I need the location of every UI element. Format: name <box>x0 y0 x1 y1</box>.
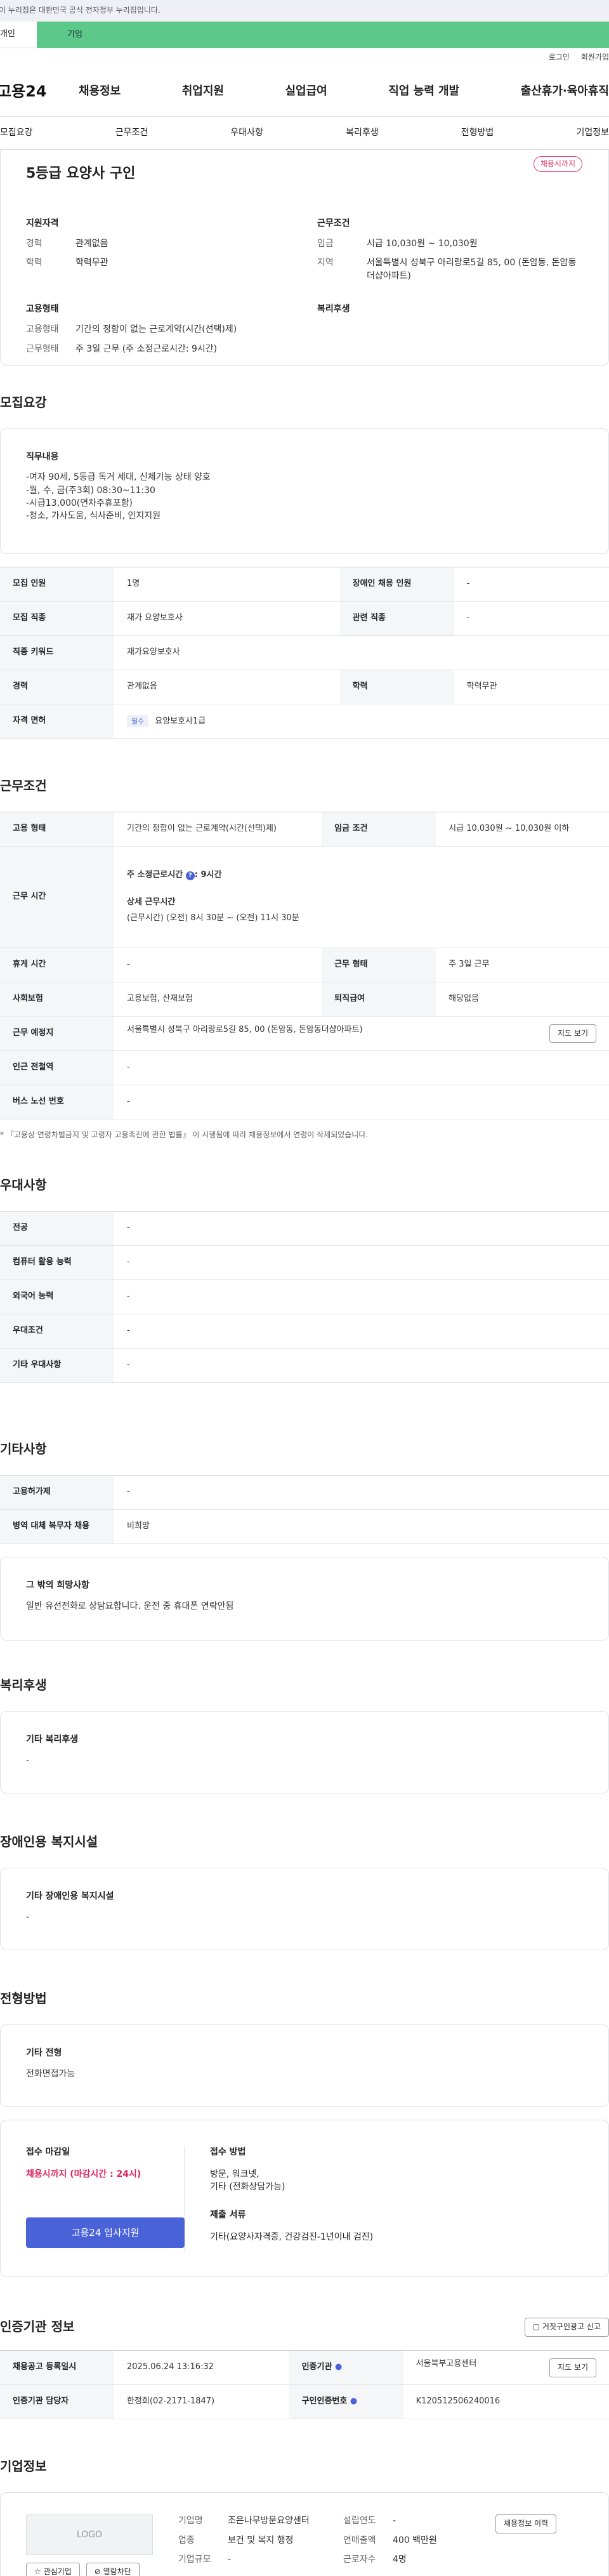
tab-personal[interactable]: 개인 <box>0 22 37 48</box>
nav-employment-support[interactable]: 취업지원 <box>182 83 224 100</box>
info-icon[interactable]: ● <box>350 2396 357 2406</box>
gov-banner-text: 이 누리집은 대한민국 공식 전자정부 누리집입니다. <box>0 6 160 15</box>
anchor-recruit[interactable]: 모집요강 <box>0 126 33 139</box>
job-title: 5등급 요양사 구인 <box>26 166 136 182</box>
block-button[interactable]: ⊘ 열람차단 <box>86 2563 140 2576</box>
company-logo: LOGO <box>26 2514 153 2556</box>
work-heading: 근무조건 <box>0 778 47 793</box>
star-icon: ☆ <box>34 2567 44 2576</box>
site-logo[interactable]: 고용24 <box>0 81 79 103</box>
deadline-value: 채용시까지 (마감시간 : 24시) <box>26 2169 141 2179</box>
anchor-conditions[interactable]: 근무조건 <box>115 126 148 139</box>
duty-title: 직무내용 <box>26 452 59 462</box>
work-table: 고용 형태 기간의 정함이 없는 근로계약(시간(선택)제) 임금 조건 시급 10,… <box>0 812 609 1120</box>
signup-link[interactable]: 회원가입 <box>581 52 609 63</box>
select-heading: 전형방법 <box>0 1991 47 2007</box>
duty-box: 직무내용 -여자 90세, 5등급 독거 세대, 신체기능 상태 양호 -월, … <box>0 428 609 554</box>
qual-title: 지원자격 <box>26 218 59 228</box>
user-type-tabs: 개인 기업 <box>0 22 609 48</box>
company-name: 조은나무방문요양센터 <box>228 2516 310 2526</box>
global-nav: 고용24 채용정보 취업지원 실업급여 직업 능력 개발 출산휴가·육아휴직 <box>0 67 609 117</box>
company-heading: 기업정보 <box>0 2459 47 2474</box>
select-box: 기타 전형 전화면접가능 <box>0 2024 609 2108</box>
gov-banner: 이 누리집은 대한민국 공식 전자정부 누리집입니다. <box>0 0 609 22</box>
apply-button[interactable]: 고용24 입사지원 <box>26 2217 185 2248</box>
anchor-company[interactable]: 기업정보 <box>576 126 609 139</box>
etc-table: 고용허가제 - 병역 대체 복무자 채용 비희망 <box>0 1475 609 1545</box>
recruit-table: 모집 인원 1명 장애인 채용 인원 - 모집 직종 재가 요양보호사 관련 직종 - 직종… <box>0 567 609 739</box>
favorite-button[interactable]: ☆ 관심기업 <box>26 2563 80 2576</box>
info-icon[interactable]: ? <box>185 871 195 881</box>
report-button[interactable]: ▢ 거짓구인광고 신고 <box>524 2318 609 2337</box>
document-icon: ▢ <box>532 2322 542 2332</box>
info-icon[interactable]: ● <box>335 2362 342 2372</box>
cert-table: 채용공고 등록일시 2025.06.24 13:16:32 인증기관 ● 서울북부고용… <box>0 2350 609 2420</box>
pref-table: 전공 - 컴퓨터 활용 능력 - 외국어 능력 - 우대조건 - 기타 우대사항 - <box>0 1211 609 1384</box>
welfare-box: 기타 복리후생 - <box>0 1711 609 1794</box>
anchor-welfare[interactable]: 복리후생 <box>346 126 379 139</box>
disabled-box: 기타 장애인용 복지시설 - <box>0 1868 609 1951</box>
block-icon: ⊘ <box>94 2567 103 2576</box>
emp-title: 고용형태 <box>26 304 59 315</box>
apply-card: 접수 마감일 채용시까지 (마감시간 : 24시) 고용24 입사지원 접수 방… <box>0 2120 609 2278</box>
anchor-selection[interactable]: 전형방법 <box>461 126 494 139</box>
cert-map-button[interactable]: 지도 보기 <box>549 2358 596 2377</box>
cond-title: 근무조건 <box>317 218 350 228</box>
history-button[interactable]: 채용정보 이력 <box>495 2514 557 2533</box>
duty-text: -여자 90세, 5등급 독거 세대, 신체기능 상태 양호 -월, 수, 금(… <box>26 472 211 522</box>
recruit-heading: 모집요강 <box>0 395 47 410</box>
status-badge: 채용시까지 <box>533 156 582 173</box>
nav-unemployment-benefit[interactable]: 실업급여 <box>285 83 327 100</box>
required-tag: 필수 <box>127 715 149 728</box>
tab-company[interactable]: 기업 <box>37 22 609 48</box>
welfare-heading: 복리후생 <box>0 1677 47 1693</box>
company-card: LOGO ☆ 관심기업 ⊘ 열람차단 기업명 조은나무방문요양센터 업종 보건 및 … <box>0 2492 609 2576</box>
welfare-title: 복리후생 <box>317 304 350 315</box>
cert-heading: 인증기관 정보 <box>0 2319 75 2335</box>
job-summary-card: 5등급 요양사 구인 채용시까지 지원자격 경력 관계없음 학력 학력무관 근무조건… <box>0 150 609 366</box>
disabled-heading: 장애인용 복지시설 <box>0 1834 98 1850</box>
anchor-tabs: 모집요강 근무조건 우대사항 복리후생 전형방법 기업정보 <box>0 117 609 150</box>
nav-parental-leave[interactable]: 출산휴가·육아휴직 <box>521 83 609 100</box>
etc-heading: 기타사항 <box>0 1441 47 1457</box>
nav-vocational-training[interactable]: 직업 능력 개발 <box>388 83 459 100</box>
pref-heading: 우대사항 <box>0 1177 47 1193</box>
utility-menu: 로그인 회원가입 <box>0 48 609 67</box>
nav-jobs[interactable]: 채용정보 <box>79 83 121 100</box>
map-button[interactable]: 지도 보기 <box>549 1024 596 1043</box>
page: 이 누리집은 대한민국 공식 전자정부 누리집입니다. 개인 기업 로그인 회원… <box>0 0 609 2576</box>
anchor-preferences[interactable]: 우대사항 <box>230 126 263 139</box>
hope-box: 그 밖의 희망사항 일반 유선전화로 상담요합니다. 운전 중 휴대폰 연락안됨 <box>0 1557 609 1641</box>
login-link[interactable]: 로그인 <box>549 52 570 63</box>
age-note: * 『고용상 연령차별금지 및 고령자 고용촉진에 관한 법률』 이 시행됨에 … <box>0 1130 369 1139</box>
